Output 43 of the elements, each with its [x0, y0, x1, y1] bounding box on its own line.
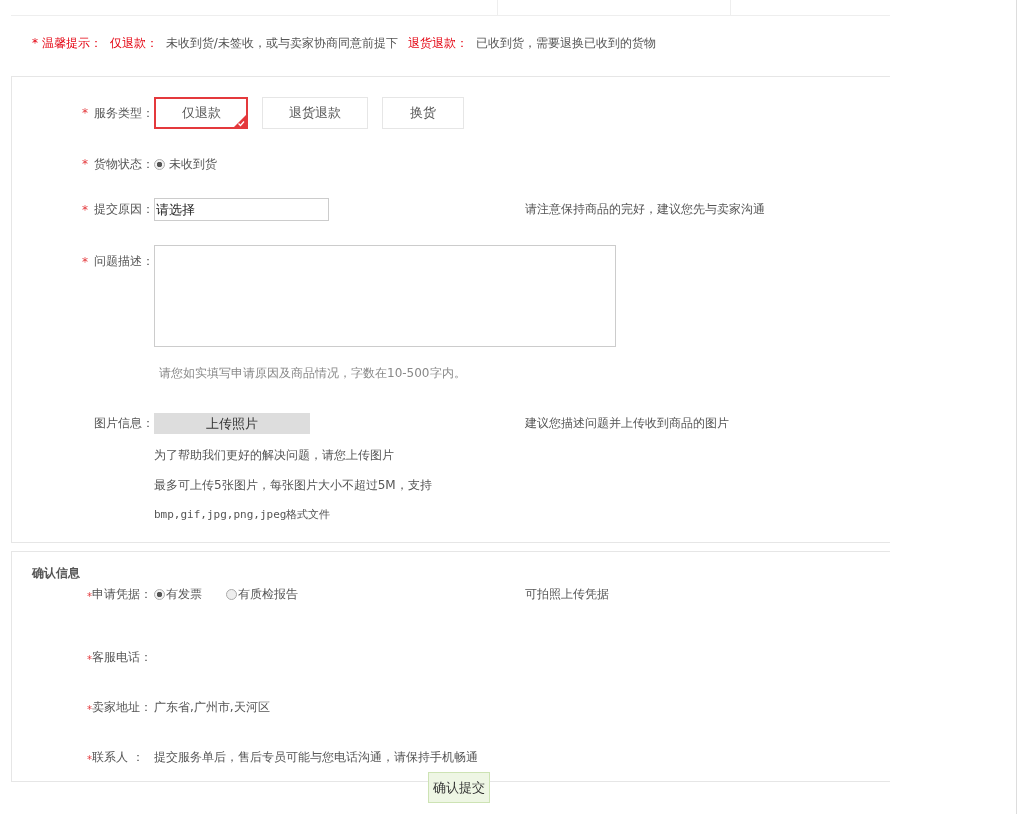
description-textarea[interactable]: [154, 245, 616, 347]
hint-text: 建议您描述问题并上传收到商品的图片: [525, 415, 729, 432]
field-value: 提交服务单后，售后专员可能与您电话沟通，请保持手机畅通: [154, 748, 478, 766]
submit-button[interactable]: 确认提交: [428, 772, 490, 803]
proof-radio[interactable]: 有质检报告: [226, 585, 298, 603]
tip-title: * 温馨提示：: [32, 34, 102, 52]
upload-note: 为了帮助我们更好的解决问题，请您上传图片: [154, 447, 395, 464]
required-mark: *: [82, 202, 88, 217]
required-mark: *: [87, 753, 92, 765]
upload-photo-button[interactable]: 上传照片: [154, 413, 310, 434]
field-label: 服务类型：: [94, 104, 154, 122]
required-mark: *: [82, 157, 88, 171]
hint-text: 请注意保持商品的完好，建议您先与卖家沟通: [525, 201, 765, 218]
required-mark: *: [87, 590, 92, 602]
service-type-option[interactable]: 仅退款: [154, 97, 248, 129]
reason-select[interactable]: 请选择: [154, 198, 329, 221]
service-type-option[interactable]: 换货: [382, 97, 464, 129]
hint-text: 可拍照上传凭据: [525, 585, 609, 603]
tip-text: 已收到货，需要退换已收到的货物: [475, 34, 656, 52]
description-hint: 请您如实填写申请原因及商品情况，字数在10-500字内。: [159, 365, 467, 382]
required-mark: *: [87, 703, 92, 715]
field-label: 联系人 ：: [92, 748, 144, 766]
field-value: 广东省,广州市,天河区: [154, 698, 270, 716]
field-label: 货物状态：: [94, 155, 154, 173]
tip-label: 退货退款：: [407, 34, 468, 52]
check-corner-icon: [234, 115, 246, 127]
goods-status-radio[interactable]: 未收到货: [154, 155, 217, 173]
upload-note: 最多可上传5张图片，每张图片大小不超过5M，支持: [154, 477, 433, 494]
upload-note: bmp,gif,jpg,png,jpeg格式文件: [154, 507, 332, 523]
tip-label: 仅退款：: [109, 34, 158, 52]
field-label: 问题描述：: [94, 253, 154, 270]
service-type-option[interactable]: 退货退款: [262, 97, 368, 129]
required-mark: *: [82, 106, 88, 120]
field-label: 申请凭据：: [92, 585, 152, 603]
required-mark: *: [87, 653, 92, 665]
field-label: 卖家地址：: [92, 698, 152, 716]
required-mark: *: [82, 254, 88, 269]
section-title: 确认信息: [32, 565, 81, 582]
tip-text: 未收到货/未签收，或与卖家协商同意前提下: [165, 34, 398, 52]
field-label: 提交原因：: [94, 201, 154, 218]
proof-radio[interactable]: 有发票: [154, 585, 202, 603]
field-label: 图片信息：: [94, 415, 154, 432]
field-label: 客服电话：: [92, 648, 152, 666]
